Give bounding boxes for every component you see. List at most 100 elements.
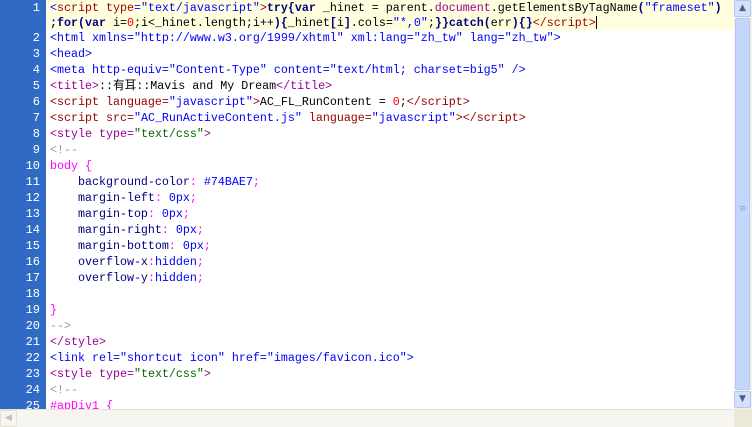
code-line[interactable]: margin-bottom: 0px; xyxy=(46,238,734,254)
code-token: "*,0" xyxy=(392,16,428,30)
line-number: 5 xyxy=(32,79,40,93)
code-line[interactable]: #apDiv1 { xyxy=(46,398,734,409)
code-token: 0 xyxy=(392,95,400,109)
horizontal-scrollbar[interactable]: ◀ xyxy=(0,409,734,427)
code-token: .getElementsByTagName xyxy=(490,1,638,15)
scroll-up-button[interactable]: ▲ xyxy=(734,0,751,17)
code-line[interactable]: margin-top: 0px; xyxy=(46,206,734,222)
code-token: AC_FL_RunContent = xyxy=(259,95,393,109)
chevron-left-icon: ◀ xyxy=(5,413,12,423)
code-line[interactable]: overflow-x:hidden; xyxy=(46,254,734,270)
line-number: 20 xyxy=(25,319,40,333)
code-token: </title> xyxy=(276,79,333,93)
code-line[interactable]: <!-- xyxy=(46,142,734,158)
code-token: <script language= xyxy=(50,95,169,109)
code-token: ] xyxy=(343,16,351,30)
scroll-left-button[interactable]: ◀ xyxy=(0,410,17,427)
line-number: 11 xyxy=(25,175,40,189)
line-number-gutter: 1 2 3 4 5 6 7 8 9 10 11 12 13 14 15 16 17 18 19 20 21 22 23 24 2… xyxy=(0,0,46,413)
code-token: #74BAE7 xyxy=(196,175,253,189)
vertical-scroll-thumb[interactable]: ≡ xyxy=(735,18,750,390)
chevron-up-icon: ▲ xyxy=(739,3,746,13)
code-token: ::有耳::Mavis and My Dream xyxy=(98,79,277,93)
code-token: ></script> xyxy=(455,111,526,125)
code-line[interactable]: <style type="text/css"> xyxy=(46,126,734,142)
line-number: 21 xyxy=(25,335,40,349)
code-token: i xyxy=(336,16,344,30)
code-token: background-color xyxy=(50,175,190,189)
code-token: <html xmlns="http://www.w3.org/1999/xhtm… xyxy=(50,31,561,45)
code-line[interactable]: overflow-y:hidden; xyxy=(46,270,734,286)
code-token: <script src= xyxy=(50,111,134,125)
code-line[interactable]: margin-left: 0px; xyxy=(46,190,734,206)
code-token: type xyxy=(105,1,134,15)
code-token: <link rel="shortcut icon" href="images/f… xyxy=(50,351,414,365)
code-token: 0px xyxy=(161,191,190,205)
scroll-down-button[interactable]: ▼ xyxy=(734,391,751,408)
code-line[interactable]: <title>::有耳::Mavis and My Dream</title> xyxy=(46,78,734,94)
code-line[interactable]: } xyxy=(46,302,734,318)
code-token: try{var xyxy=(266,1,316,15)
line-number: 8 xyxy=(32,127,40,141)
text-cursor xyxy=(595,16,597,30)
code-line[interactable]: <meta http-equiv="Content-Type" content=… xyxy=(46,62,734,78)
code-token: > xyxy=(259,1,267,15)
line-number: 13 xyxy=(25,207,40,221)
code-editor[interactable]: <script type="text/javascript">try{var _… xyxy=(46,0,734,409)
code-token: ( xyxy=(637,1,645,15)
code-line[interactable]: margin-right: 0px; xyxy=(46,222,734,238)
line-number: 3 xyxy=(32,47,40,61)
line-number: 7 xyxy=(32,111,40,125)
code-line[interactable]: <html xmlns="http://www.w3.org/1999/xhtm… xyxy=(46,30,734,46)
code-token: : xyxy=(189,175,197,189)
code-token: < xyxy=(50,1,57,15)
code-line[interactable]: <style type="text/css"> xyxy=(46,366,734,382)
code-token: .cols= xyxy=(350,16,393,30)
code-token: #apDiv1 { xyxy=(50,399,113,409)
code-token: ; xyxy=(196,223,204,237)
vertical-scrollbar[interactable]: ▲ ≡ ▼ xyxy=(734,0,752,409)
line-number: 4 xyxy=(32,63,40,77)
code-line[interactable]: <head> xyxy=(46,46,734,62)
code-token: { xyxy=(280,16,288,30)
code-token: "javascript" xyxy=(168,95,253,109)
line-number: 15 xyxy=(25,239,40,253)
code-token: : xyxy=(147,207,155,221)
line-number: 6 xyxy=(32,95,40,109)
code-line[interactable]: ;for(var i=0;i<_hinet.length;i++){_hinet… xyxy=(46,16,734,30)
code-token: <!-- xyxy=(50,143,78,157)
code-token: <meta http-equiv="Content-Type" content=… xyxy=(50,63,526,77)
code-line[interactable]: <script type="text/javascript">try{var _… xyxy=(46,0,734,16)
code-token: }}catch( xyxy=(434,16,491,30)
code-token: ) xyxy=(273,16,281,30)
line-number: 2 xyxy=(32,31,40,45)
code-token: language= xyxy=(301,111,372,125)
code-token: "frameset" xyxy=(644,1,715,15)
line-number: 17 xyxy=(25,271,40,285)
code-line[interactable]: <script src="AC_RunActiveContent.js" lan… xyxy=(46,110,734,126)
line-number: 9 xyxy=(32,143,40,157)
code-line[interactable] xyxy=(46,286,734,302)
code-line[interactable]: </style> xyxy=(46,334,734,350)
code-line[interactable]: <link rel="shortcut icon" href="images/f… xyxy=(46,350,734,366)
code-line[interactable]: <!-- xyxy=(46,382,734,398)
code-token: </script> xyxy=(532,16,596,30)
code-line[interactable]: body { xyxy=(46,158,734,174)
code-token: <title> xyxy=(50,79,99,93)
code-token: <head> xyxy=(50,47,92,61)
code-token: ; xyxy=(203,239,211,253)
code-token: hidden xyxy=(154,255,197,269)
code-token: document xyxy=(434,1,491,15)
line-number: 19 xyxy=(25,303,40,317)
code-line[interactable]: --> xyxy=(46,318,734,334)
code-token: i= xyxy=(105,16,127,30)
line-number: 16 xyxy=(25,255,40,269)
code-line[interactable]: <script language="javascript">AC_FL_RunC… xyxy=(46,94,734,110)
code-token: ; xyxy=(252,175,260,189)
code-line[interactable]: background-color: #74BAE7; xyxy=(46,174,734,190)
code-token: err xyxy=(490,16,512,30)
code-token: margin-top xyxy=(50,207,148,221)
code-token: ="text/javascript" xyxy=(133,1,260,15)
line-number: 24 xyxy=(25,383,40,397)
code-token: hidden xyxy=(154,271,197,285)
